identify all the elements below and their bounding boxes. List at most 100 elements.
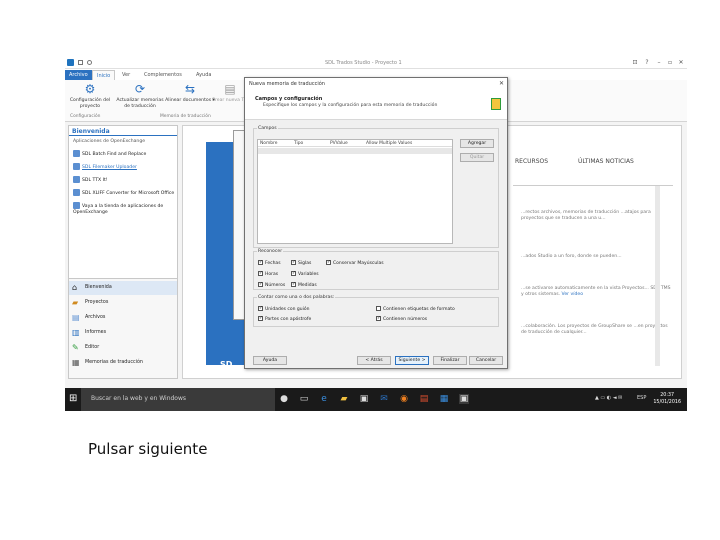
maximize-icon[interactable]: ▫ xyxy=(665,59,675,66)
variables-checkbox[interactable]: ✓ Variables xyxy=(291,271,319,277)
help-icon[interactable]: ? xyxy=(642,59,652,66)
cancel-button[interactable]: Cancelar xyxy=(469,356,503,365)
tab-latest-news[interactable]: ÚLTIMAS NOTICIAS xyxy=(578,158,634,165)
file-explorer-icon[interactable]: ▰ xyxy=(339,394,349,404)
numbers-words-checkbox[interactable]: ✓ Contienen números xyxy=(376,316,427,322)
undo-icon[interactable] xyxy=(87,60,92,65)
edge-icon[interactable]: e xyxy=(319,394,329,404)
link-label: SDL Filemaker Uploader xyxy=(82,165,137,170)
column-header: Nombre xyxy=(260,141,278,146)
openexchange-store-link[interactable]: Vaya a la tienda de aplicaciones de Open… xyxy=(73,202,177,216)
nav-item-projects[interactable]: ▰ Proyectos xyxy=(69,296,177,310)
app-icon xyxy=(73,189,80,196)
tab-file[interactable]: Archivo xyxy=(65,70,92,80)
openexchange-link[interactable]: SDL XLIFF Converter for Microsoft Office xyxy=(73,189,177,197)
checkbox-box: ✓ xyxy=(291,271,296,276)
nav-item-label: Informes xyxy=(85,330,107,335)
content-scrollbar[interactable] xyxy=(655,186,660,366)
ribbon-group-config: Configuración xyxy=(70,114,101,119)
windows-taskbar: ⊞ Buscar en la web y en Windows ● ▭ e ▰ … xyxy=(65,388,687,411)
checkbox-label: Fechas xyxy=(265,261,281,266)
refresh-icon: ⟳ xyxy=(134,82,146,96)
format-tags-checkbox[interactable]: Contienen etiquetas de formato xyxy=(376,306,455,312)
help-button[interactable]: Ayuda xyxy=(253,356,287,365)
create-tm-label: Crear nueva TM xyxy=(211,98,249,103)
openexchange-link[interactable]: SDL TTX It! xyxy=(73,176,177,184)
openexchange-link[interactable]: SDL Batch Find and Replace xyxy=(73,150,177,158)
update-tm-button[interactable]: ⟳ Actualizar memorias de traducción xyxy=(115,82,165,110)
microphone-icon[interactable]: ● xyxy=(279,394,289,404)
window-mode-icon[interactable]: ⊡ xyxy=(630,59,640,66)
screenshot: SDL Trados Studio - Proyecto 1 ⊡ ? – ▫ ✕… xyxy=(65,57,687,411)
checkbox-box: ✓ xyxy=(258,316,263,321)
add-field-button[interactable]: Agregar xyxy=(460,139,494,148)
openexchange-link[interactable]: SDL Filemaker Uploader xyxy=(73,163,177,171)
close-icon[interactable]: ✕ xyxy=(499,80,504,87)
tab-addins[interactable]: Complementos xyxy=(140,70,186,80)
times-checkbox[interactable]: ✓ Horas xyxy=(258,271,278,277)
active-app-icon[interactable]: ▣ xyxy=(459,394,469,404)
resources-tabs: RECURSOS ÚLTIMAS NOTICIAS xyxy=(513,142,673,186)
dialog-heading: Campos y configuración xyxy=(255,96,323,102)
trados-taskbar-icon[interactable]: ▦ xyxy=(439,394,449,404)
measures-checkbox[interactable]: ✓ Medidas xyxy=(291,282,317,288)
hyphenated-checkbox[interactable]: ✓ Unidades con guión xyxy=(258,306,309,312)
back-button[interactable]: < Atrás xyxy=(357,356,391,365)
next-button[interactable]: Siguiente > xyxy=(395,356,429,365)
save-icon[interactable] xyxy=(78,60,83,65)
store-icon[interactable]: ▣ xyxy=(359,394,369,404)
numbers-checkbox[interactable]: ✓ Números xyxy=(258,282,285,288)
tab-home[interactable]: Inicio xyxy=(92,70,116,80)
acronyms-checkbox[interactable]: ✓ Siglas xyxy=(291,260,311,266)
taskbar-clock[interactable]: 20:37 15/01/2016 xyxy=(653,392,681,406)
nav-item-files[interactable]: ▤ Archivos xyxy=(69,311,177,325)
windows-start-icon[interactable]: ⊞ xyxy=(69,394,79,404)
slide: SDL Trados Studio - Proyecto 1 ⊡ ? – ▫ ✕… xyxy=(0,0,720,540)
tray-icons[interactable]: ▲ ▭ ◐ ◄ ✉ xyxy=(595,395,622,401)
fields-legend: Campos xyxy=(257,126,278,131)
keep-caps-checkbox[interactable]: ✓ Conservar Mayúsculas xyxy=(326,260,384,266)
tab-view[interactable]: Ver xyxy=(118,70,134,80)
dates-checkbox[interactable]: ✓ Fechas xyxy=(258,260,281,266)
gear-icon: ⚙ xyxy=(84,82,96,96)
finish-button[interactable]: Finalizar xyxy=(433,356,467,365)
recognize-group: Reconocer ✓ Fechas ✓ Siglas ✓ Conservar May… xyxy=(253,249,499,290)
checkbox-label: Conservar Mayúsculas xyxy=(333,261,384,266)
column-header: Allow Multiple Values xyxy=(366,141,413,146)
fields-table[interactable]: Nombre Tipo PVValue Allow Multiple Value… xyxy=(257,139,453,244)
checkbox-label: Contienen etiquetas de formato xyxy=(383,307,455,312)
app-icon xyxy=(67,59,74,66)
app-icon[interactable]: ▤ xyxy=(419,394,429,404)
apostrophe-checkbox[interactable]: ✓ Partes con apóstrofe xyxy=(258,316,311,322)
checkbox-label: Contienen números xyxy=(383,317,428,322)
table-row[interactable] xyxy=(258,148,452,154)
sdl-logo-text: SD xyxy=(220,360,233,369)
fields-group: Campos Nombre Tipo PVValue Allow Multipl… xyxy=(253,126,499,248)
firefox-icon[interactable]: ◉ xyxy=(399,394,409,404)
language-indicator[interactable]: ESP xyxy=(637,395,646,401)
window-title: SDL Trados Studio - Proyecto 1 xyxy=(325,60,402,66)
nav-item-reports[interactable]: ▥ Informes xyxy=(69,326,177,340)
tab-help[interactable]: Ayuda xyxy=(192,70,215,80)
minimize-icon[interactable]: – xyxy=(654,59,664,66)
task-view-icon[interactable]: ▭ xyxy=(299,394,309,404)
project-settings-button[interactable]: ⚙ Configuración del proyecto xyxy=(65,82,115,110)
remove-field-button[interactable]: Quitar xyxy=(460,153,494,162)
new-tm-icon: ▤ xyxy=(224,82,236,96)
tab-resources[interactable]: RECURSOS xyxy=(515,158,548,165)
taskbar-search[interactable]: Buscar en la web y en Windows xyxy=(81,388,275,411)
link-label: Vaya a la tienda de aplicaciones de Open… xyxy=(73,204,164,215)
nav-item-welcome[interactable]: ⌂ Bienvenida xyxy=(69,281,177,295)
resource-text-body: ...se activarse automaticamente en la vi… xyxy=(521,286,671,297)
mail-icon[interactable]: ✉ xyxy=(379,394,389,404)
nav-item-editor[interactable]: ✎ Editor xyxy=(69,341,177,355)
close-icon[interactable]: ✕ xyxy=(676,59,686,66)
checkbox-box: ✓ xyxy=(291,260,296,265)
tm-wizard-icon xyxy=(491,98,501,110)
table-header: Nombre Tipo PVValue Allow Multiple Value… xyxy=(258,140,452,147)
nav-item-tm[interactable]: ▦ Memorias de traducción xyxy=(69,356,177,370)
watch-video-link[interactable]: Ver vídeo xyxy=(562,292,584,297)
files-icon: ▤ xyxy=(72,313,80,322)
link-label: SDL Batch Find and Replace xyxy=(82,152,147,157)
checkbox-label: Medidas xyxy=(298,283,317,288)
